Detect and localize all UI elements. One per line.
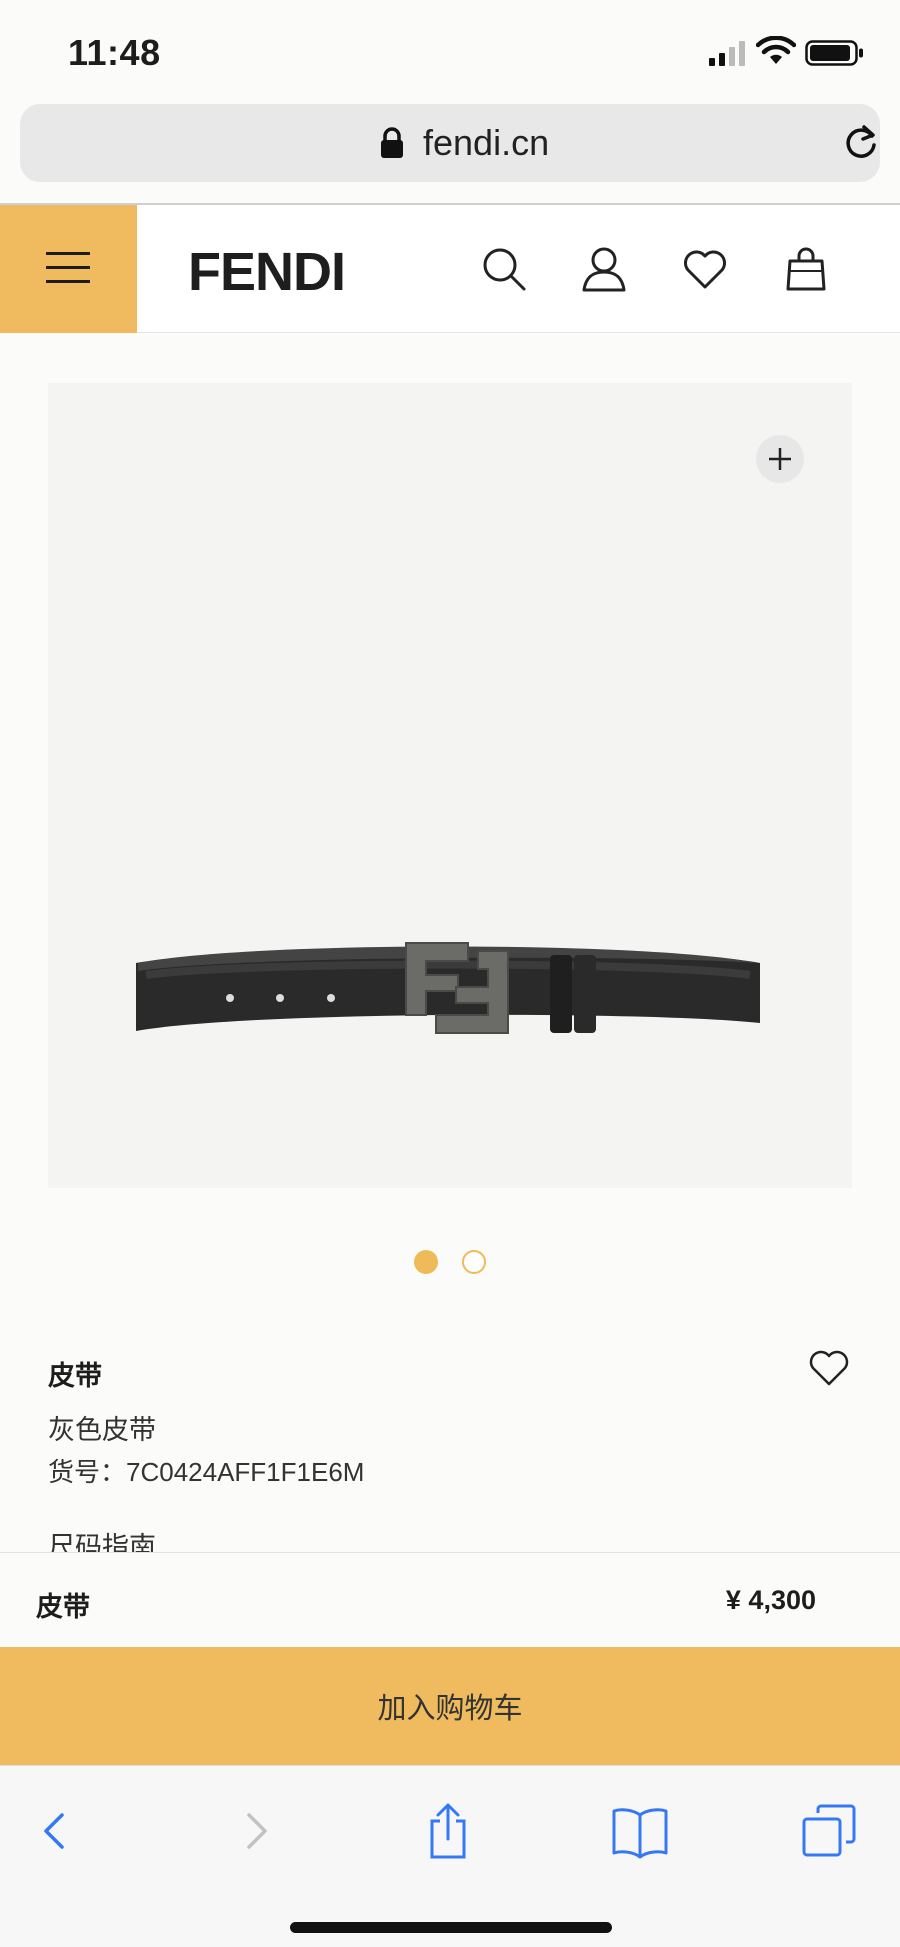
carousel-dot-active[interactable] [414,1250,438,1274]
summary-category: 皮带 [36,1592,90,1622]
account-icon[interactable] [580,245,628,293]
size-guide-link[interactable]: 尺码指南 [48,1525,156,1553]
wifi-icon [756,36,796,64]
back-icon[interactable] [26,1801,86,1861]
product-price: ¥ 4,300 [725,1585,816,1615]
carousel-dot[interactable] [462,1250,486,1274]
lock-icon [381,127,403,158]
product-gallery[interactable] [48,383,852,1188]
menu-icon [46,252,90,283]
reload-icon[interactable] [842,124,880,162]
browser-toolbar [0,1765,900,1947]
product-category: 皮带 [48,1361,102,1391]
status-bar: 11:48 [0,0,900,104]
forward-icon[interactable] [225,1801,285,1861]
battery-icon [805,40,863,66]
zoom-button[interactable] [756,435,804,483]
menu-button[interactable] [0,205,137,333]
share-icon[interactable] [418,1801,478,1861]
product-image-belt [136,942,760,1034]
product-sku: 货号：7C0424AFF1F1E6M [48,1457,365,1487]
address-bar[interactable]: fendi.cn [20,104,880,182]
wishlist-icon[interactable] [681,245,729,293]
heart-icon[interactable] [808,1348,850,1388]
search-icon[interactable] [480,245,528,293]
add-to-cart-button[interactable]: 加入购物车 [0,1647,900,1765]
status-time: 11:48 [68,32,161,73]
bag-icon[interactable] [782,245,830,293]
tabs-icon[interactable] [800,1801,860,1861]
product-name: 灰色皮带 [48,1415,156,1445]
cellular-signal-icon [709,41,745,66]
brand-logo[interactable]: FENDI [188,241,346,303]
zoom-plus-icon [769,448,791,470]
sticky-summary-bar: 皮带 ¥ 4,300 [0,1552,900,1648]
url-text[interactable]: fendi.cn [423,122,549,164]
bookmarks-icon[interactable] [610,1801,670,1861]
site-header: FENDI [0,205,900,333]
home-indicator [290,1922,612,1933]
